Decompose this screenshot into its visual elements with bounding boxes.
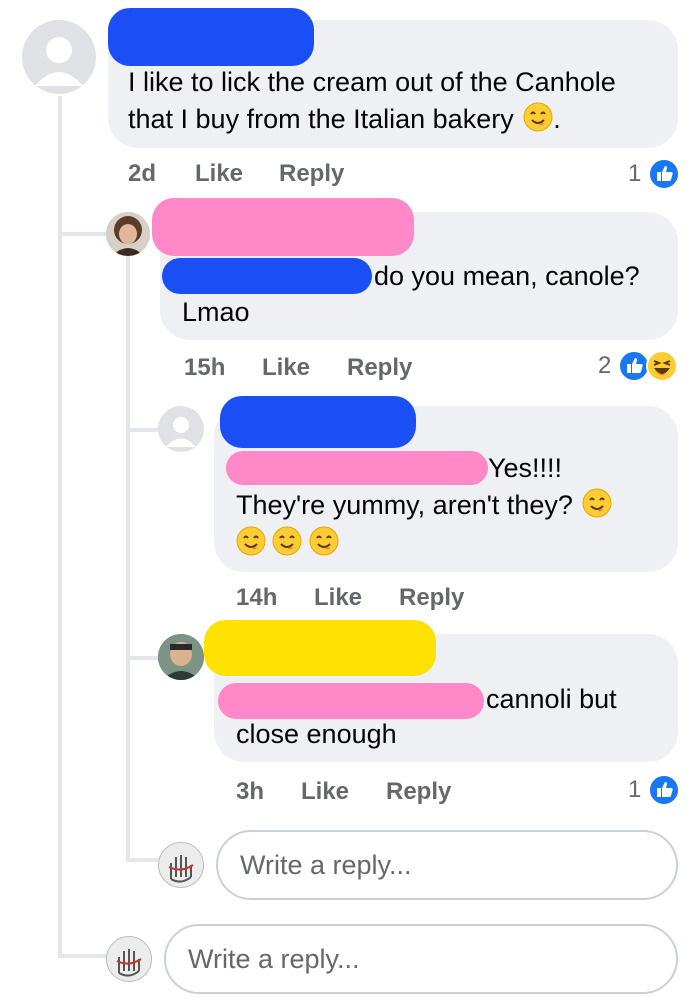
redacted-author-name	[152, 198, 414, 256]
reply-link[interactable]: Reply	[386, 778, 451, 806]
like-icon	[648, 158, 680, 195]
comment-text-line: that I buy from the Italian bakery .	[128, 101, 561, 142]
comment-text-line: do you mean, canole?	[374, 261, 640, 291]
comment-timestamp[interactable]: 14h	[236, 584, 277, 612]
reply-link[interactable]: Reply	[279, 160, 344, 188]
like-link[interactable]: Like	[314, 584, 362, 612]
reply-input-placeholder[interactable]: Write a reply...	[240, 850, 412, 881]
hand-drawing-icon	[107, 937, 151, 981]
default-avatar-icon	[35, 37, 83, 86]
redacted-mention	[226, 451, 488, 485]
smirk-emoji-icon	[272, 526, 302, 561]
smirk-emoji-icon	[309, 526, 339, 561]
comment-timestamp[interactable]: 3h	[236, 778, 264, 806]
current-user-avatar[interactable]	[106, 936, 152, 982]
redacted-author-name	[204, 620, 436, 676]
comment-text-line: They're yummy, aren't they?	[236, 487, 612, 528]
comment-text-line: I like to lick the cream out of the Canh…	[128, 67, 616, 97]
thread-line-main-branch	[58, 232, 106, 236]
comment-timestamp[interactable]: 15h	[184, 354, 225, 382]
avatar[interactable]	[158, 406, 204, 452]
redacted-author-name	[220, 396, 416, 448]
reaction-count[interactable]: 1	[628, 160, 641, 188]
comment-text-line: Yes!!!!	[488, 453, 563, 483]
avatar[interactable]	[158, 634, 204, 680]
thread-line-sub	[126, 256, 130, 860]
default-avatar-icon	[166, 417, 196, 447]
reaction-count[interactable]: 2	[598, 352, 611, 380]
thread-line-sub-branch-3	[126, 858, 158, 862]
thread-line-main	[58, 96, 62, 956]
reply-link[interactable]: Reply	[399, 584, 464, 612]
like-link[interactable]: Like	[262, 354, 310, 382]
haha-icon	[646, 350, 678, 387]
smirk-emoji-icon	[523, 102, 553, 142]
comment-text-line: close enough	[236, 719, 397, 749]
user-photo-icon	[158, 634, 204, 680]
like-icon	[648, 774, 680, 811]
avatar[interactable]	[22, 20, 96, 94]
avatar[interactable]	[106, 212, 150, 256]
user-photo-icon	[106, 212, 150, 256]
reply-input-placeholder[interactable]: Write a reply...	[188, 944, 360, 975]
redacted-author-name	[108, 8, 314, 66]
comment-text-line: cannoli but	[486, 684, 617, 714]
comment-timestamp[interactable]: 2d	[128, 160, 156, 188]
hand-drawing-icon	[159, 843, 203, 887]
redacted-mention	[162, 258, 372, 294]
comment-text-line: Lmao	[182, 297, 250, 327]
like-link[interactable]: Like	[195, 160, 243, 188]
thread-line-sub-branch-2	[126, 656, 158, 660]
thread-line-sub-branch-1	[126, 428, 158, 432]
current-user-avatar[interactable]	[158, 842, 204, 888]
smirk-emoji-icon	[582, 488, 612, 528]
like-link[interactable]: Like	[301, 778, 349, 806]
smirk-emoji-icon	[236, 526, 266, 561]
thread-line-main-bottom	[58, 954, 108, 958]
redacted-mention	[218, 683, 484, 719]
reaction-count[interactable]: 1	[628, 776, 641, 804]
emoji-row	[236, 526, 339, 558]
reply-link[interactable]: Reply	[347, 354, 412, 382]
